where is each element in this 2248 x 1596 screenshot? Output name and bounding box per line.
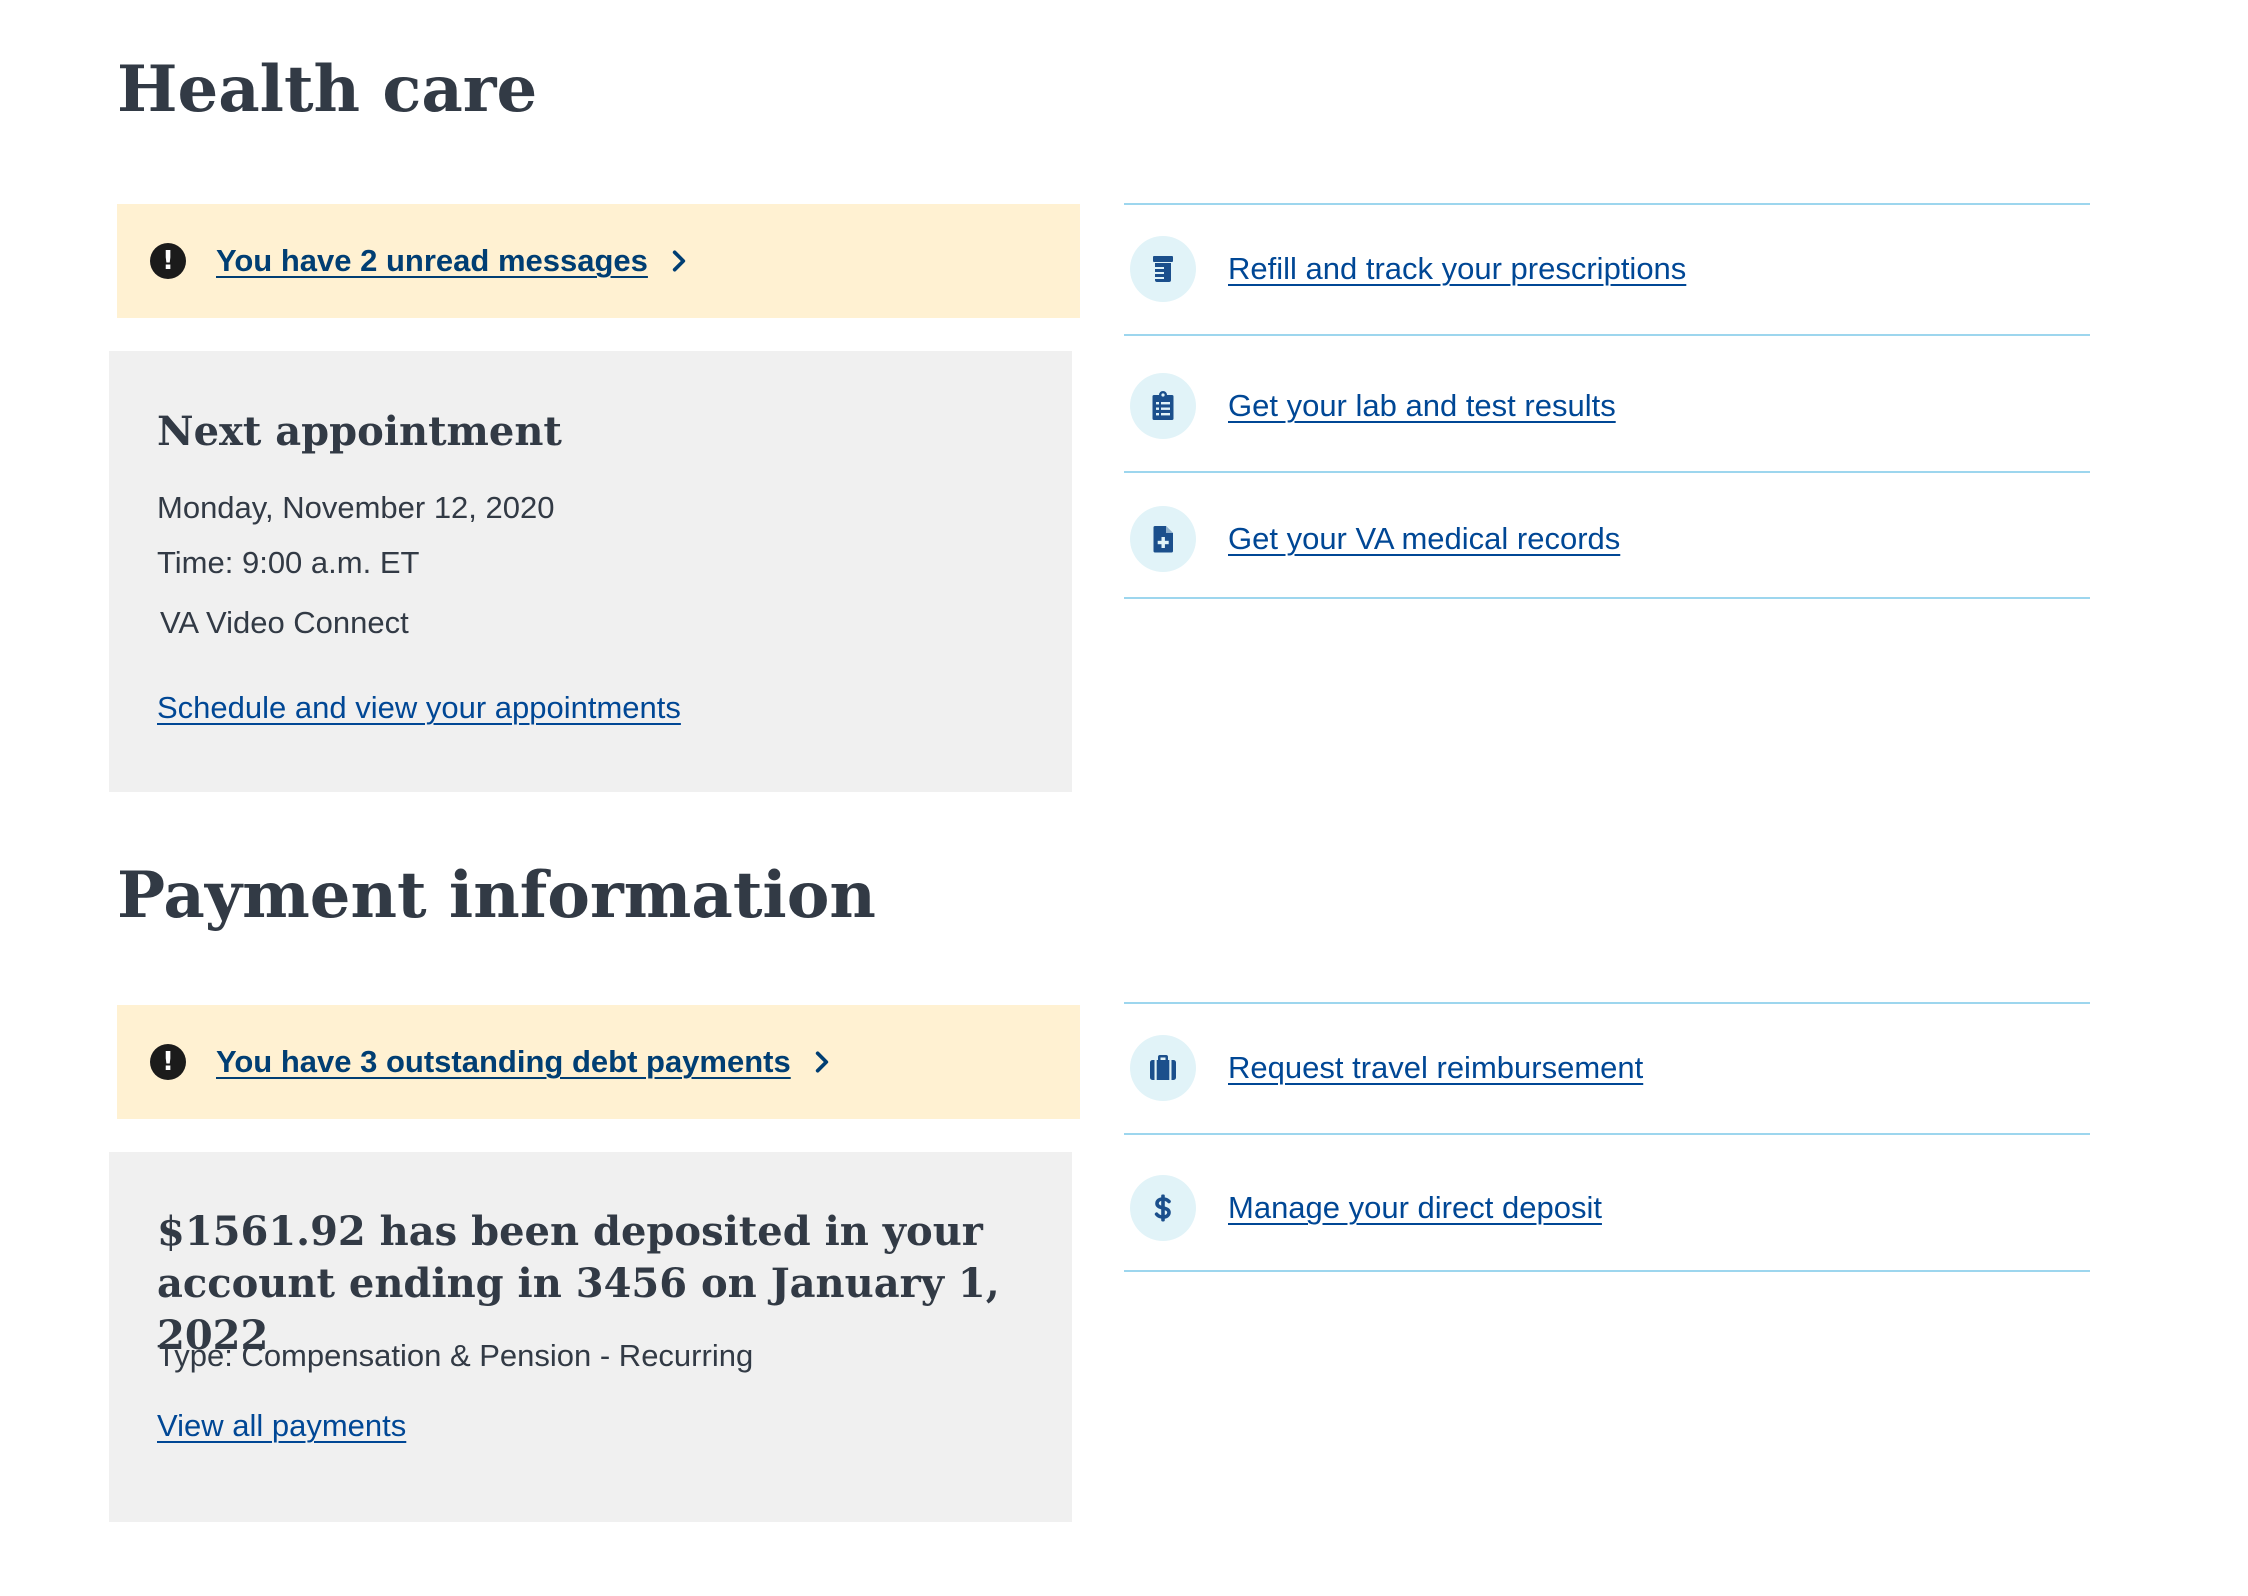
- divider: [1124, 203, 2090, 205]
- unread-messages-alert: ! You have 2 unread messages: [117, 204, 1080, 318]
- health-care-links: Refill and track your prescriptions Get …: [1124, 203, 2090, 599]
- exclamation-circle-icon: !: [150, 1044, 186, 1080]
- lab-results-link[interactable]: Get your lab and test results: [1228, 388, 1616, 424]
- file-medical-icon: [1130, 506, 1196, 572]
- unread-messages-link[interactable]: You have 2 unread messages: [216, 243, 648, 279]
- exclamation-circle-icon: !: [150, 243, 186, 279]
- direct-deposit-link[interactable]: Manage your direct deposit: [1228, 1190, 1602, 1226]
- schedule-appointments-link[interactable]: Schedule and view your appointments: [157, 690, 681, 726]
- payment-information-heading: Payment information: [117, 858, 876, 933]
- appointment-time: Time: 9:00 a.m. ET: [157, 545, 420, 580]
- health-care-heading: Health care: [117, 52, 538, 127]
- prescriptions-item: Refill and track your prescriptions: [1124, 233, 2090, 305]
- divider: [1124, 1270, 2090, 1272]
- chevron-right-icon: [815, 1051, 828, 1073]
- travel-reimbursement-item: Request travel reimbursement: [1124, 1032, 2090, 1104]
- divider: [1124, 1002, 2090, 1004]
- divider: [1124, 471, 2090, 473]
- lab-results-item: Get your lab and test results: [1124, 370, 2090, 442]
- divider: [1124, 597, 2090, 599]
- chevron-right-icon: [672, 250, 686, 272]
- medical-records-item: Get your VA medical records: [1124, 503, 2090, 575]
- payment-links: Request travel reimbursement Manage your…: [1124, 1002, 2090, 1274]
- divider: [1124, 1133, 2090, 1135]
- direct-deposit-item: Manage your direct deposit: [1124, 1172, 2090, 1244]
- deposit-card: $1561.92 has been deposited in your acco…: [109, 1152, 1072, 1522]
- appointment-date: Monday, November 12, 2020: [157, 490, 555, 525]
- medical-records-link[interactable]: Get your VA medical records: [1228, 521, 1620, 557]
- travel-reimbursement-link[interactable]: Request travel reimbursement: [1228, 1050, 1643, 1086]
- appointment-location: VA Video Connect: [160, 605, 409, 640]
- prescriptions-link[interactable]: Refill and track your prescriptions: [1228, 251, 1686, 287]
- dollar-sign-icon: [1130, 1175, 1196, 1241]
- next-appointment-heading: Next appointment: [157, 408, 562, 455]
- outstanding-debt-alert: ! You have 3 outstanding debt payments: [117, 1005, 1080, 1119]
- clipboard-list-icon: [1130, 373, 1196, 439]
- next-appointment-card: Next appointment Monday, November 12, 20…: [109, 351, 1072, 792]
- view-all-payments-link[interactable]: View all payments: [157, 1408, 406, 1444]
- payment-type: Type: Compensation & Pension - Recurring: [157, 1338, 754, 1373]
- suitcase-icon: [1130, 1035, 1196, 1101]
- prescription-bottle-icon: [1130, 236, 1196, 302]
- outstanding-debt-link[interactable]: You have 3 outstanding debt payments: [216, 1044, 791, 1080]
- divider: [1124, 334, 2090, 336]
